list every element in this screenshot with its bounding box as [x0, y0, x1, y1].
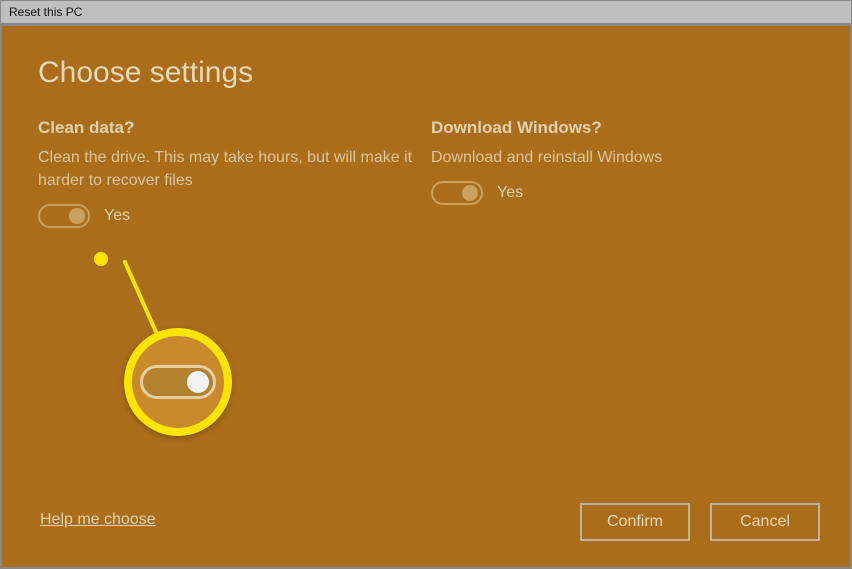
callout-line-icon	[122, 259, 179, 379]
dialog-content: Choose settings Clean data? Clean the dr…	[0, 24, 852, 569]
download-windows-toggle-row: Yes	[431, 181, 814, 205]
clean-data-toggle[interactable]	[38, 204, 90, 228]
titlebar: Reset this PC	[0, 0, 852, 24]
download-windows-desc: Download and reinstall Windows	[431, 146, 811, 169]
download-windows-title: Download Windows?	[431, 118, 814, 138]
page-heading: Choose settings	[38, 56, 814, 90]
callout-dot-icon	[94, 252, 108, 266]
callout-toggle-knob-icon	[187, 371, 209, 393]
clean-data-toggle-label: Yes	[104, 207, 130, 225]
callout-magnifier-icon	[124, 328, 232, 436]
button-row: Confirm Cancel	[580, 503, 820, 541]
download-windows-toggle-label: Yes	[497, 184, 523, 202]
help-me-choose-link[interactable]: Help me choose	[40, 511, 156, 529]
download-windows-toggle[interactable]	[431, 181, 483, 205]
toggle-knob-icon	[462, 185, 478, 201]
clean-data-title: Clean data?	[38, 118, 421, 138]
callout-toggle-icon	[140, 365, 216, 399]
toggle-knob-icon	[69, 208, 85, 224]
confirm-button[interactable]: Confirm	[580, 503, 690, 541]
clean-data-desc: Clean the drive. This may take hours, bu…	[38, 146, 418, 192]
options-columns: Clean data? Clean the drive. This may ta…	[38, 118, 814, 228]
download-windows-option: Download Windows? Download and reinstall…	[431, 118, 814, 228]
cancel-button[interactable]: Cancel	[710, 503, 820, 541]
clean-data-toggle-row: Yes	[38, 204, 421, 228]
clean-data-option: Clean data? Clean the drive. This may ta…	[38, 118, 421, 228]
window-title: Reset this PC	[9, 5, 82, 19]
